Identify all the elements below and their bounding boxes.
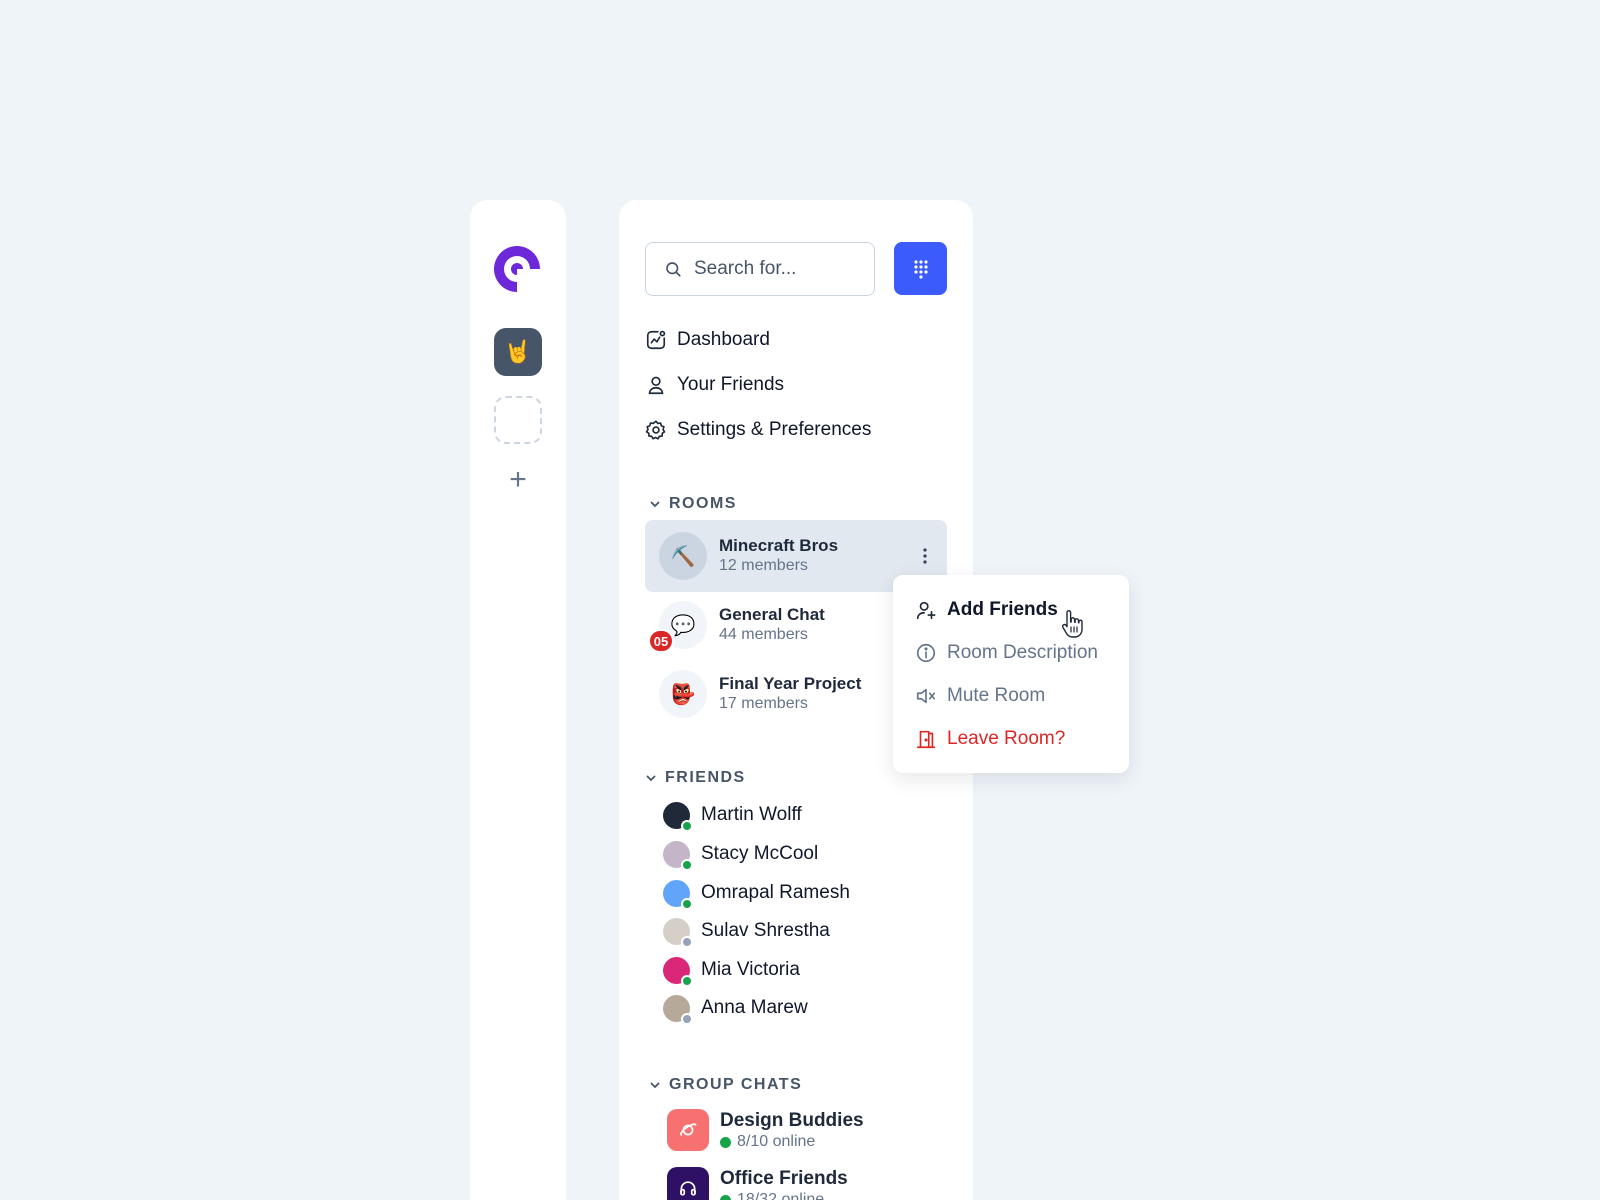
group-avatar	[667, 1167, 709, 1200]
status-dot	[681, 974, 693, 987]
avatar	[663, 879, 693, 910]
friend-name: Stacy McCool	[701, 843, 819, 864]
group-avatar	[667, 1109, 709, 1151]
add-friends-label: Add Friends	[947, 599, 1058, 620]
hand-cursor-icon	[1061, 610, 1083, 638]
rooms-section-label: ROOMS	[669, 495, 737, 512]
info-icon	[916, 643, 936, 663]
status-dot	[681, 1012, 693, 1025]
status-dot	[681, 819, 693, 832]
leave-room-label: Leave Room?	[947, 728, 1066, 749]
mute-room-label: Mute Room	[947, 685, 1046, 706]
nav-settings[interactable]: Settings & Preferences	[645, 415, 871, 445]
nav-your-friends[interactable]: Your Friends	[645, 370, 784, 400]
headphones-icon	[680, 1181, 696, 1196]
nav-your-friends-label: Your Friends	[677, 374, 785, 395]
add-friends-menu-item[interactable]: Add Friends	[915, 595, 1058, 625]
group-chats-section-label: GROUP CHATS	[669, 1076, 803, 1093]
room-avatar: 👺	[659, 670, 707, 718]
room-name: Final Year Project	[719, 674, 862, 693]
friend-name: Sulav Shrestha	[701, 920, 830, 941]
gear-icon	[645, 420, 666, 440]
friend-item[interactable]: Sulav Shrestha	[663, 916, 830, 948]
leave-room-menu-item[interactable]: Leave Room?	[915, 724, 1065, 754]
nav-settings-label: Settings & Preferences	[677, 419, 872, 440]
room-options-button[interactable]	[917, 544, 933, 568]
group-chats-section-header[interactable]: GROUP CHATS	[649, 1076, 802, 1094]
friend-name: Omrapal Ramesh	[701, 882, 850, 903]
room-name: Minecraft Bros	[719, 536, 839, 555]
rooms-section-header[interactable]: ROOMS	[649, 495, 737, 513]
goblin-mask-icon: 👺	[670, 683, 696, 706]
search-input[interactable]	[694, 258, 854, 280]
room-context-menu: Add Friends Room Description Mute Room L…	[893, 575, 1129, 773]
server-placeholder[interactable]	[494, 396, 542, 444]
search-icon	[666, 262, 681, 277]
friend-name: Mia Victoria	[701, 959, 800, 980]
status-dot	[681, 935, 693, 948]
group-online: 18/32 online	[720, 1191, 824, 1200]
unread-badge: 05	[648, 629, 674, 653]
dialpad-button[interactable]	[894, 242, 947, 295]
nav-dashboard[interactable]: Dashboard	[645, 325, 770, 355]
avatar	[663, 994, 693, 1025]
online-dot	[720, 1136, 731, 1148]
friend-item[interactable]: Stacy McCool	[663, 839, 819, 871]
status-dot	[681, 858, 693, 871]
room-name: General Chat	[719, 605, 825, 624]
friend-item[interactable]: Martin Wolff	[663, 800, 802, 832]
friends-section-header[interactable]: FRIENDS	[645, 769, 746, 787]
search-box[interactable]	[645, 242, 875, 296]
mute-room-menu-item[interactable]: Mute Room	[915, 681, 1045, 711]
friend-name: Martin Wolff	[701, 804, 802, 825]
group-online-text: 8/10 online	[737, 1133, 816, 1150]
room-members: 17 members	[719, 695, 808, 712]
avatar	[663, 956, 693, 987]
group-name: Design Buddies	[720, 1110, 864, 1131]
mute-icon	[916, 688, 936, 704]
planet-icon	[680, 1123, 697, 1136]
server-avatar[interactable]: 🤘	[494, 328, 542, 376]
room-members: 12 members	[719, 557, 808, 574]
dialpad-icon	[913, 259, 928, 279]
chevron-down-icon	[646, 775, 656, 782]
rock-hand-icon: 🤘	[504, 339, 532, 364]
group-name: Office Friends	[720, 1168, 848, 1189]
door-exit-icon	[916, 730, 936, 749]
status-dot	[681, 897, 693, 910]
avatar	[663, 917, 693, 948]
avatar	[663, 801, 693, 832]
add-server-button[interactable]: +	[503, 465, 533, 495]
avatar	[663, 840, 693, 871]
friend-item[interactable]: Mia Victoria	[663, 955, 800, 987]
group-online: 8/10 online	[720, 1133, 815, 1151]
room-avatar: ⛏️	[659, 532, 707, 580]
nav-dashboard-label: Dashboard	[677, 329, 770, 350]
user-plus-icon	[916, 601, 936, 620]
room-members: 44 members	[719, 626, 808, 643]
server-rail: 🤘 +	[470, 200, 566, 1200]
friend-item[interactable]: Anna Marew	[663, 993, 808, 1025]
chevron-down-icon	[650, 1082, 660, 1089]
app-logo-icon[interactable]	[490, 242, 544, 296]
friend-name: Anna Marew	[701, 997, 808, 1018]
friends-section-label: FRIENDS	[665, 769, 746, 786]
room-description-label: Room Description	[947, 642, 1098, 663]
group-online-text: 18/32 online	[737, 1191, 825, 1200]
room-description-menu-item[interactable]: Room Description	[915, 638, 1098, 668]
speech-bubble-icon: 💬	[670, 614, 696, 637]
user-icon	[648, 376, 664, 395]
chevron-down-icon	[650, 501, 660, 508]
chart-icon	[646, 330, 666, 350]
pickaxe-icon: ⛏️	[670, 545, 696, 568]
friend-item[interactable]: Omrapal Ramesh	[663, 878, 850, 910]
more-vertical-icon	[923, 548, 927, 564]
online-dot	[720, 1194, 731, 1200]
